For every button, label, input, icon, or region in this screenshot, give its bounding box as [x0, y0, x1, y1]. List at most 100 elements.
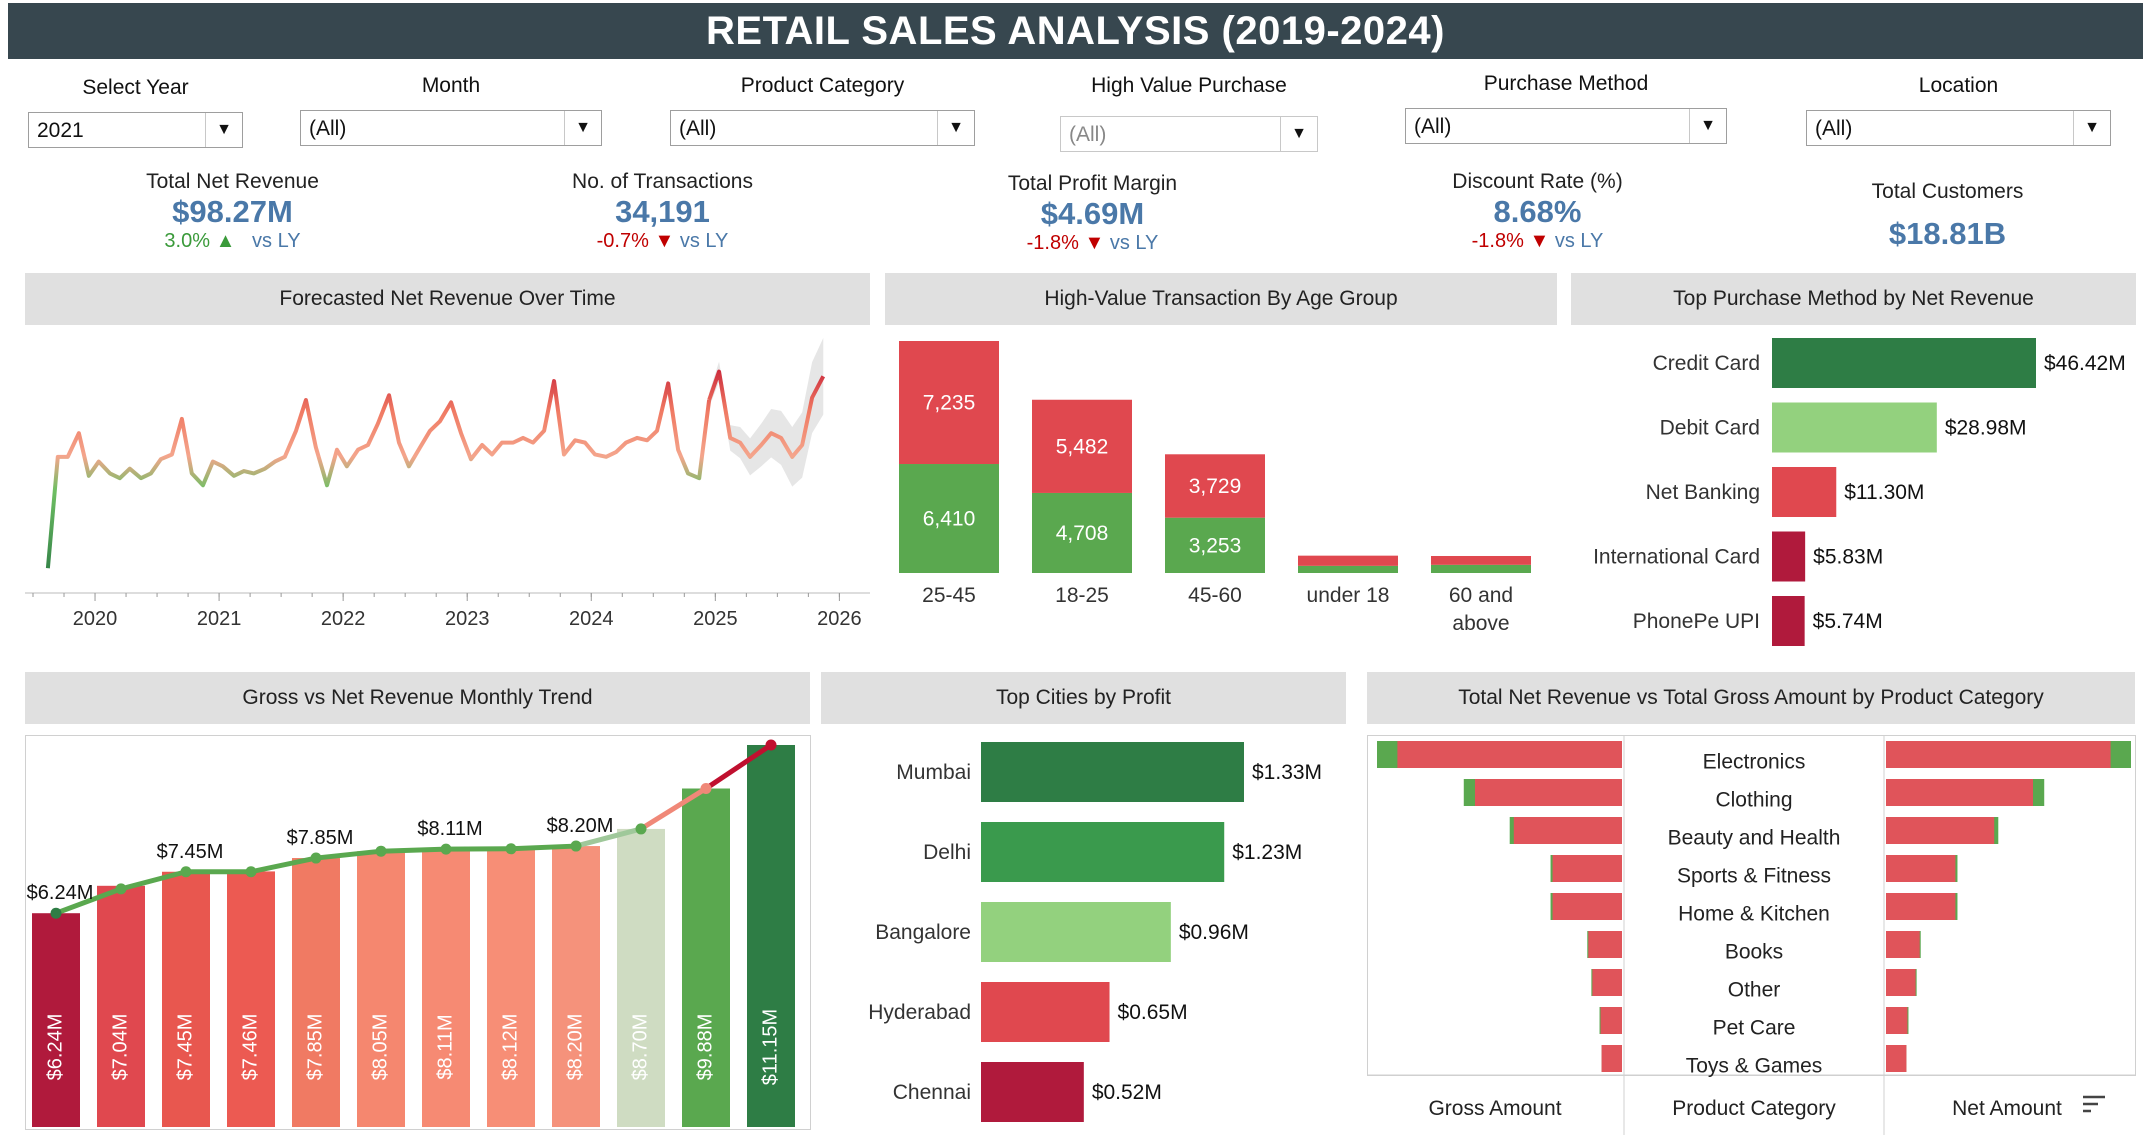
method-category-label: International Card: [1593, 546, 1760, 569]
age-bar-label: 3,253: [1189, 534, 1242, 557]
city-value-label: $1.33M: [1252, 761, 1322, 784]
category-column-header: Net Amount: [1952, 1097, 2062, 1120]
trend-bar-label: $8.05M: [369, 1014, 391, 1081]
kpi-delta-value: -0.7%: [596, 230, 649, 252]
trend-bar: [227, 871, 275, 1127]
filter-label-purchase-method: Purchase Method: [1483, 72, 1649, 95]
age-bar-label: 4,708: [1056, 522, 1109, 545]
trend-line-label: $11.15M: [727, 735, 803, 736]
city-label: Chennai: [893, 1081, 971, 1104]
kpi-delta: -1.8% ▼ vs LY: [1430, 230, 1645, 253]
product-category-label: Beauty and Health: [1668, 827, 1841, 850]
product-category-label: Toys & Games: [1686, 1055, 1823, 1078]
x-tick-label: 2022: [321, 608, 366, 630]
method-category-label: Debit Card: [1660, 417, 1760, 440]
trend-bar: [162, 871, 210, 1127]
kpi-label: Discount Rate (%): [1452, 170, 1623, 193]
kpi-value: $4.69M: [1040, 196, 1145, 231]
trend-line-point: [765, 739, 777, 751]
net-bar-net: [1886, 893, 1956, 920]
x-tick-label: 2026: [817, 608, 862, 630]
year-select-value: 2021: [37, 119, 84, 142]
trend-line-point: [115, 883, 127, 895]
method-value-label: $28.98M: [1945, 417, 2027, 440]
city-bar: [981, 742, 1244, 802]
method-category-label: Net Banking: [1646, 481, 1760, 504]
trend-bar: [97, 885, 145, 1127]
net-bar-net: [1886, 969, 1916, 996]
city-value-label: $0.52M: [1092, 1081, 1162, 1104]
high-value-select[interactable]: (All) ▼: [1060, 116, 1318, 152]
chevron-down-icon[interactable]: ▼: [937, 111, 974, 145]
category-select[interactable]: (All) ▼: [670, 110, 975, 146]
method-category-label: PhonePe UPI: [1633, 610, 1760, 633]
purchase-method-select-value: (All): [1414, 115, 1452, 138]
age-group-chart: 6,410 7,235 25-45 4,708 5,482 18-25 3,253 3,729…: [899, 341, 1531, 635]
chevron-down-icon[interactable]: ▼: [1689, 109, 1726, 143]
trend-bar-label: $6.24M: [44, 1014, 66, 1081]
trend-line-point: [180, 866, 192, 878]
trend-line-point: [570, 840, 582, 852]
product-category-label: Books: [1725, 941, 1783, 964]
age-bar-label: 7,235: [923, 392, 976, 415]
city-label: Hyderabad: [868, 1001, 971, 1024]
trend-bar-label: $7.45M: [174, 1014, 196, 1081]
method-bar: [1772, 467, 1837, 517]
trend-line-point: [310, 852, 322, 864]
panel-header-cities: Top Cities by Profit: [821, 672, 1346, 724]
age-bar-segment: [1431, 564, 1531, 573]
kpi-value: $98.27M: [172, 194, 293, 229]
product-category-label: Home & Kitchen: [1678, 903, 1830, 926]
year-select[interactable]: 2021 ▼: [28, 112, 243, 148]
net-bar-net: [1886, 855, 1956, 882]
age-bar-label: 6,410: [923, 508, 976, 531]
trend-bar: [292, 858, 340, 1127]
trend-line-segment: [378, 846, 449, 854]
age-bar-label: 3,729: [1189, 475, 1242, 498]
age-category-label: 60 and: [1449, 584, 1513, 607]
net-bar-net: [1886, 817, 1995, 844]
net-bar-net: [1886, 1007, 1908, 1034]
trend-bar-label: $9.88M: [694, 1014, 716, 1081]
trend-bar-label: $8.11M: [434, 1014, 456, 1079]
method-bar: [1772, 402, 1937, 453]
city-label: Delhi: [923, 841, 971, 864]
location-select-value: (All): [1815, 117, 1853, 140]
month-select[interactable]: (All) ▼: [300, 110, 602, 146]
kpi-label: No. of Transactions: [572, 170, 753, 193]
net-bar-net: [1886, 931, 1920, 958]
trend-bar: [617, 828, 665, 1127]
trend-line-label: $6.24M: [27, 882, 94, 904]
age-category-label: 45-60: [1188, 584, 1242, 607]
trend-bar-label: $11.15M: [759, 1009, 781, 1085]
filter-label-high-value: High Value Purchase: [1091, 74, 1287, 97]
trend-bar-label: $7.04M: [109, 1014, 131, 1081]
product-category-label: Other: [1728, 979, 1781, 1002]
kpi-discount-rate: Discount Rate (%) 8.68% -1.8% ▼ vs LY: [1430, 170, 1645, 253]
panel-header-trend: Gross vs Net Revenue Monthly Trend: [25, 672, 810, 724]
purchase-method-chart: Credit Card $46.42M Debit Card $28.98M Net B…: [1593, 338, 2126, 646]
x-tick-label: 2020: [73, 608, 118, 630]
location-select[interactable]: (All) ▼: [1806, 110, 2111, 146]
purchase-method-select[interactable]: (All) ▼: [1405, 108, 1727, 144]
title-bar: RETAIL SALES ANALYSIS (2019-2024): [8, 3, 2143, 59]
age-bar-segment: [1298, 555, 1398, 566]
net-bar-net: [1886, 1045, 1907, 1072]
panel-header-forecast: Forecasted Net Revenue Over Time: [25, 273, 870, 325]
sort-icon[interactable]: [2083, 1095, 2105, 1113]
trend-bar: [487, 848, 535, 1127]
panel-header-method: Top Purchase Method by Net Revenue: [1571, 273, 2136, 325]
category-select-value: (All): [679, 117, 717, 140]
age-category-label: 18-25: [1055, 584, 1109, 607]
triangle-down-icon: ▼: [654, 230, 675, 252]
city-bar: [981, 902, 1171, 962]
chevron-down-icon[interactable]: ▼: [2073, 111, 2110, 145]
chevron-down-icon[interactable]: ▼: [205, 113, 242, 147]
kpi-delta: -1.8% ▼ vs LY: [980, 232, 1205, 255]
chevron-down-icon[interactable]: ▼: [1280, 117, 1317, 151]
trend-line-label: $7.85M: [287, 827, 354, 849]
kpi-value: 34,191: [615, 194, 710, 229]
age-category-label: 25-45: [922, 584, 976, 607]
age-category-label: under 18: [1307, 584, 1390, 607]
chevron-down-icon[interactable]: ▼: [564, 111, 601, 145]
